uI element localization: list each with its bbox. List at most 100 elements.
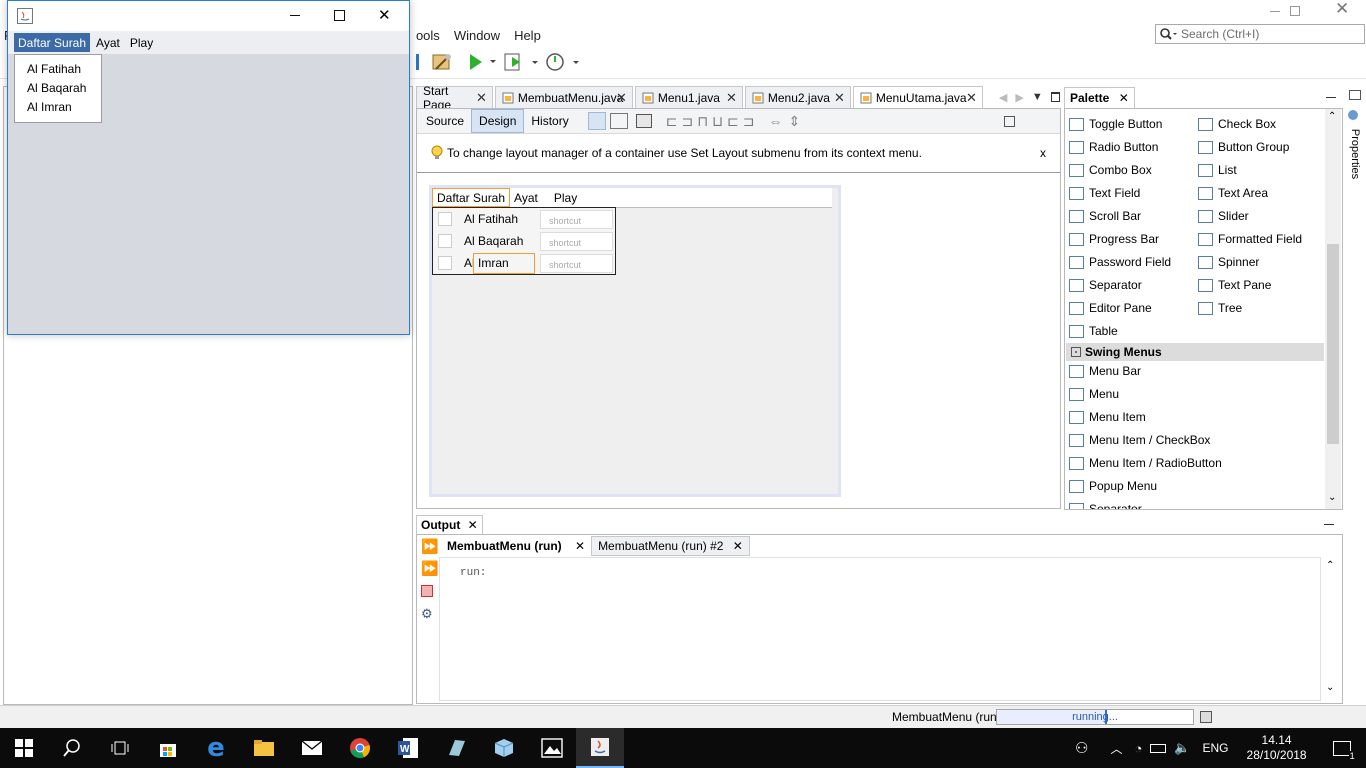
scroll-down-icon[interactable]: ⌄ bbox=[1328, 492, 1336, 503]
stop-icon[interactable] bbox=[421, 585, 433, 597]
maximize-icon[interactable] bbox=[1050, 92, 1060, 102]
app-menu-play[interactable]: Play bbox=[126, 33, 157, 52]
settings-icon[interactable]: ⚙ bbox=[421, 606, 433, 622]
connection-mode-icon[interactable] bbox=[609, 113, 628, 129]
tab-design[interactable]: Design bbox=[471, 109, 525, 133]
close-icon[interactable]: ✕ bbox=[378, 6, 391, 24]
palette-item[interactable]: Separator bbox=[1069, 275, 1142, 295]
ide-menu-window[interactable]: Window bbox=[454, 28, 500, 43]
close-icon[interactable]: ✕ bbox=[468, 518, 478, 532]
tab-source[interactable]: Source bbox=[419, 110, 471, 132]
ide-menu-help[interactable]: Help bbox=[514, 28, 541, 43]
form-item-checkbox[interactable] bbox=[438, 234, 452, 248]
grid-icon[interactable] bbox=[1004, 115, 1016, 127]
palette-item[interactable]: Toggle Button bbox=[1069, 114, 1162, 134]
output-tab-run-2[interactable]: MembuatMenu (run) #2 ✕ bbox=[591, 536, 750, 556]
palette-item[interactable]: Table bbox=[1069, 321, 1118, 341]
close-icon[interactable]: ✕ bbox=[1119, 91, 1129, 105]
scroll-up-icon[interactable]: ⌃ bbox=[1328, 111, 1336, 122]
form-item-shortcut[interactable]: shortcut bbox=[540, 254, 613, 273]
palette-item[interactable]: Separator bbox=[1069, 499, 1142, 509]
palette-item[interactable]: Popup Menu bbox=[1069, 476, 1157, 496]
palette-item[interactable]: Scroll Bar bbox=[1069, 206, 1141, 226]
palette-item[interactable]: Menu Item / RadioButton bbox=[1069, 453, 1222, 473]
output-tab-run[interactable]: MembuatMenu (run) ✕ bbox=[439, 539, 592, 553]
rerun-with-params-icon[interactable]: ⏩ bbox=[421, 560, 438, 577]
hint-close-button[interactable]: x bbox=[1040, 146, 1046, 160]
palette-item[interactable]: Radio Button bbox=[1069, 137, 1158, 157]
close-icon[interactable]: ✕ bbox=[616, 90, 627, 106]
palette-item[interactable]: Formatted Field bbox=[1198, 229, 1302, 249]
palette-item[interactable]: Check Box bbox=[1198, 114, 1276, 134]
close-icon[interactable]: ✕ bbox=[575, 539, 585, 553]
taskbar-app-notes[interactable] bbox=[432, 728, 480, 768]
palette-scrollbar[interactable]: ⌃ ⌄ bbox=[1325, 109, 1341, 509]
collapse-icon[interactable]: - bbox=[1071, 347, 1081, 357]
ide-restore-icon[interactable] bbox=[1290, 6, 1300, 16]
tab-scroll-right-icon[interactable]: ▶ bbox=[1015, 91, 1023, 104]
scroll-down-icon[interactable]: ⌄ bbox=[1326, 682, 1334, 693]
taskbar-photos[interactable] bbox=[528, 728, 576, 768]
taskbar-word[interactable]: W bbox=[384, 728, 432, 768]
people-icon[interactable]: ⚇ bbox=[1075, 739, 1088, 757]
ide-close-icon[interactable]: ✕ bbox=[1335, 0, 1349, 19]
minimize-icon[interactable] bbox=[1326, 96, 1336, 98]
close-icon[interactable]: ✕ bbox=[834, 90, 845, 106]
palette-item[interactable]: Progress Bar bbox=[1069, 229, 1159, 249]
clock[interactable]: 14.14 28/10/2018 bbox=[1247, 733, 1307, 763]
tab-membuatmenu-java[interactable]: MembuatMenu.java ✕ bbox=[494, 86, 633, 108]
palette-item[interactable]: Spinner bbox=[1198, 252, 1259, 272]
palette-item[interactable]: Text Pane bbox=[1198, 275, 1271, 295]
app-menu-daftar-surah[interactable]: Daftar Surah bbox=[14, 33, 91, 52]
palette-item[interactable]: Combo Box bbox=[1069, 160, 1152, 180]
taskbar-edge[interactable]: e bbox=[192, 728, 240, 768]
taskbar-app-3d[interactable] bbox=[480, 728, 528, 768]
taskbar-chrome[interactable] bbox=[336, 728, 384, 768]
palette-item[interactable]: List bbox=[1198, 160, 1237, 180]
taskbar-mail[interactable] bbox=[288, 728, 336, 768]
tab-history[interactable]: History bbox=[524, 110, 575, 132]
form-menu-daftar-surah[interactable]: Daftar Surah bbox=[432, 188, 511, 207]
resize-vertical-icon[interactable]: ⇕ bbox=[789, 113, 801, 130]
close-icon[interactable]: ✕ bbox=[476, 90, 487, 106]
form-canvas[interactable]: Daftar Surah Ayat Play Al Fatihah shortc… bbox=[429, 185, 841, 497]
language-indicator[interactable]: ENG bbox=[1203, 741, 1229, 755]
app-menu-item-al-imran[interactable]: Al Imran bbox=[15, 97, 101, 116]
preview-design-icon[interactable] bbox=[635, 114, 652, 128]
resize-horizontal-icon[interactable]: ⇔ bbox=[769, 113, 783, 129]
notification-center-icon[interactable]: 1 bbox=[1332, 740, 1356, 761]
tab-menu1-java[interactable]: Menu1.java ✕ bbox=[634, 86, 743, 108]
close-icon[interactable]: ✕ bbox=[966, 90, 977, 106]
taskbar-file-explorer[interactable] bbox=[240, 728, 288, 768]
scroll-up-icon[interactable]: ⌃ bbox=[1326, 560, 1334, 571]
profile-icon[interactable] bbox=[544, 51, 580, 73]
scroll-thumb[interactable] bbox=[1327, 244, 1339, 444]
palette-item[interactable]: Tree bbox=[1198, 298, 1242, 318]
palette-item[interactable]: Slider bbox=[1198, 206, 1249, 226]
palette-item[interactable]: Editor Pane bbox=[1069, 298, 1152, 318]
search-button[interactable] bbox=[48, 728, 96, 768]
palette-section-swing-menus[interactable]: - Swing Menus bbox=[1066, 343, 1324, 361]
volume-icon[interactable]: 🔈 bbox=[1174, 740, 1190, 756]
palette-item[interactable]: Button Group bbox=[1198, 137, 1289, 157]
run-icon[interactable] bbox=[466, 52, 496, 72]
taskbar-java[interactable] bbox=[576, 728, 624, 768]
app-menu-item-al-fatihah[interactable]: Al Fatihah bbox=[15, 59, 101, 78]
rerun-icon[interactable]: ⏩ bbox=[421, 538, 438, 555]
tab-menu2-java[interactable]: Menu2.java ✕ bbox=[744, 86, 851, 108]
taskbar-store[interactable] bbox=[144, 728, 192, 768]
clean-build-icon[interactable] bbox=[430, 51, 454, 73]
app-menu-ayat[interactable]: Ayat bbox=[92, 33, 124, 52]
console-scrollbar[interactable]: ⌃ ⌄ bbox=[1324, 558, 1338, 700]
close-icon[interactable]: ✕ bbox=[733, 539, 743, 553]
form-item-shortcut[interactable]: shortcut bbox=[540, 232, 613, 251]
align-icons[interactable]: ⊏⊐⊓⊔⊏⊐ bbox=[666, 113, 759, 130]
form-menu-play[interactable]: Play bbox=[550, 188, 581, 207]
form-menu-item[interactable]: Al Imran shortcut bbox=[433, 252, 615, 274]
ide-menu-tools[interactable]: ools bbox=[416, 28, 440, 43]
maximize-icon[interactable] bbox=[334, 10, 345, 21]
palette-item[interactable]: Menu Item / CheckBox bbox=[1069, 430, 1210, 450]
app-menu-item-al-baqarah[interactable]: Al Baqarah bbox=[15, 78, 101, 97]
chevron-up-icon[interactable]: ︿ bbox=[1110, 740, 1122, 757]
palette-item[interactable]: Text Field bbox=[1069, 183, 1140, 203]
